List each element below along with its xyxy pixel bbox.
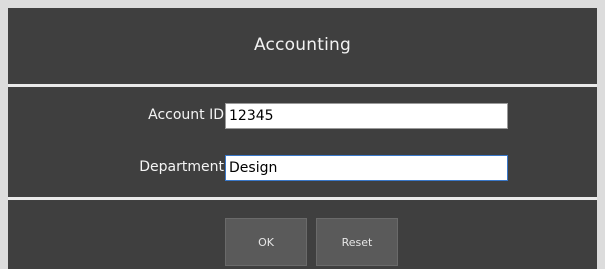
footer-divider xyxy=(8,197,597,200)
department-row: Department xyxy=(8,155,597,183)
accounting-dialog: Accounting Account ID Department OK Rese… xyxy=(8,8,597,269)
department-label: Department xyxy=(139,159,224,175)
account-id-label: Account ID xyxy=(148,107,224,123)
header-section: Accounting xyxy=(8,8,597,82)
button-section: OK Reset xyxy=(8,201,597,269)
form-section: Account ID Department xyxy=(8,88,597,196)
header-divider xyxy=(8,84,597,87)
ok-button[interactable]: OK xyxy=(225,218,307,266)
account-id-input[interactable] xyxy=(225,103,508,129)
department-input[interactable] xyxy=(225,155,508,181)
account-id-row: Account ID xyxy=(8,103,597,131)
dialog-title: Accounting xyxy=(254,35,351,55)
reset-button[interactable]: Reset xyxy=(316,218,398,266)
